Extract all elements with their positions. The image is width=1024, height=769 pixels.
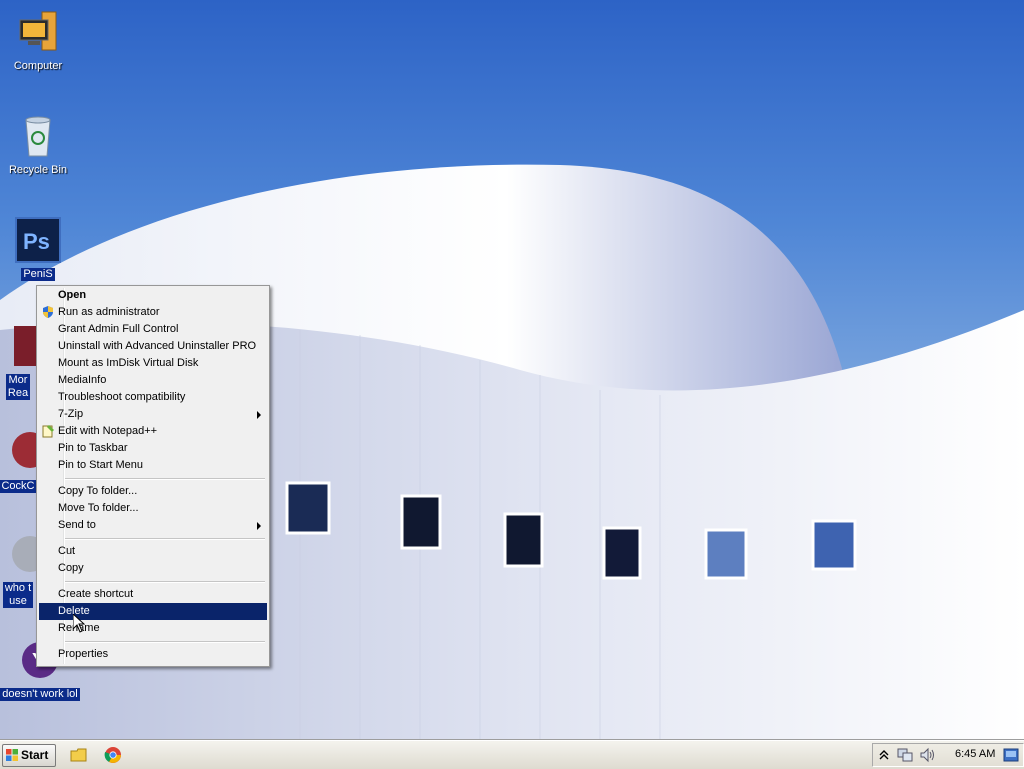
app-icon: [0, 530, 48, 578]
chrome-icon[interactable]: [104, 746, 122, 764]
menu-separator: [65, 581, 265, 583]
menu-item-cut[interactable]: Cut: [39, 543, 267, 560]
menu-item-7zip[interactable]: 7-Zip: [39, 406, 267, 423]
menu-item-copy-to-folder[interactable]: Copy To folder...: [39, 483, 267, 500]
start-button[interactable]: Start: [2, 744, 56, 767]
desktop-icon-label: doesn't work lol: [0, 688, 80, 701]
menu-item-troubleshoot[interactable]: Troubleshoot compatibility: [39, 389, 267, 406]
computer-icon: [14, 8, 62, 56]
menu-item-move-to-folder[interactable]: Move To folder...: [39, 500, 267, 517]
system-tray: 6:45 AM: [872, 743, 1024, 767]
desktop-icon-label: Computer: [13, 60, 63, 72]
desktop-icon-label: CockC: [0, 480, 37, 493]
menu-item-copy[interactable]: Copy: [39, 560, 267, 577]
desktop-icon-cockc[interactable]: CockC: [0, 428, 48, 493]
menu-separator: [65, 478, 265, 480]
desktop-icon-label: Mor Rea: [5, 374, 31, 400]
windows-logo-icon: [6, 749, 18, 761]
menu-item-mount-imdisk[interactable]: Mount as ImDisk Virtual Disk: [39, 355, 267, 372]
volume-icon[interactable]: [919, 747, 937, 763]
menu-separator: [65, 641, 265, 643]
desktop-icon-label: who t use: [2, 582, 34, 608]
notepadpp-icon: [41, 424, 55, 438]
recycle-bin-icon: [14, 112, 62, 160]
menu-item-pin-start[interactable]: Pin to Start Menu: [39, 457, 267, 474]
submenu-arrow-icon: [257, 411, 261, 419]
mouse-cursor-icon: [73, 614, 85, 633]
photoshop-icon: Ps: [14, 216, 62, 264]
taskbar: Start 6:45 AM: [0, 740, 1024, 769]
desktop-icon-who[interactable]: who t use: [0, 530, 48, 608]
menu-item-properties[interactable]: Properties: [39, 646, 267, 663]
desktop-icon-label: PeniS: [21, 268, 55, 281]
menu-item-mediainfo[interactable]: MediaInfo: [39, 372, 267, 389]
explorer-icon[interactable]: [70, 746, 88, 764]
desktop-icon-recycle-bin[interactable]: Recycle Bin: [0, 112, 76, 177]
menu-item-create-shortcut[interactable]: Create shortcut: [39, 586, 267, 603]
desktop-icon-photoshop[interactable]: Ps PeniS: [0, 216, 76, 281]
menu-separator: [65, 538, 265, 540]
uac-shield-icon: [41, 305, 55, 319]
network-icon[interactable]: [897, 747, 913, 763]
book-icon: [0, 322, 38, 370]
desktop[interactable]: Computer Recycle Bin Ps PeniS Mor Rea Co…: [0, 0, 1024, 740]
menu-item-open[interactable]: Open: [39, 287, 267, 304]
start-label: Start: [21, 748, 49, 762]
show-hidden-icons-icon[interactable]: [879, 749, 889, 761]
submenu-arrow-icon: [257, 522, 261, 530]
clock[interactable]: 6:45 AM: [955, 748, 995, 760]
menu-item-send-to[interactable]: Send to: [39, 517, 267, 534]
menu-item-grant-admin[interactable]: Grant Admin Full Control: [39, 321, 267, 338]
menu-item-uninstall[interactable]: Uninstall with Advanced Uninstaller PRO: [39, 338, 267, 355]
desktop-icon-label: Recycle Bin: [8, 164, 68, 176]
menu-item-run-as-admin[interactable]: Run as administrator: [39, 304, 267, 321]
context-menu: Open Run as administrator Grant Admin Fu…: [36, 285, 270, 667]
desktop-icon-book[interactable]: Mor Rea: [0, 322, 38, 400]
svg-text:Ps: Ps: [23, 229, 50, 254]
menu-item-pin-taskbar[interactable]: Pin to Taskbar: [39, 440, 267, 457]
action-center-icon[interactable]: [1003, 747, 1019, 763]
desktop-icon-computer[interactable]: Computer: [0, 8, 76, 73]
menu-item-notepadpp[interactable]: Edit with Notepad++: [39, 423, 267, 440]
app-icon: [0, 428, 48, 476]
